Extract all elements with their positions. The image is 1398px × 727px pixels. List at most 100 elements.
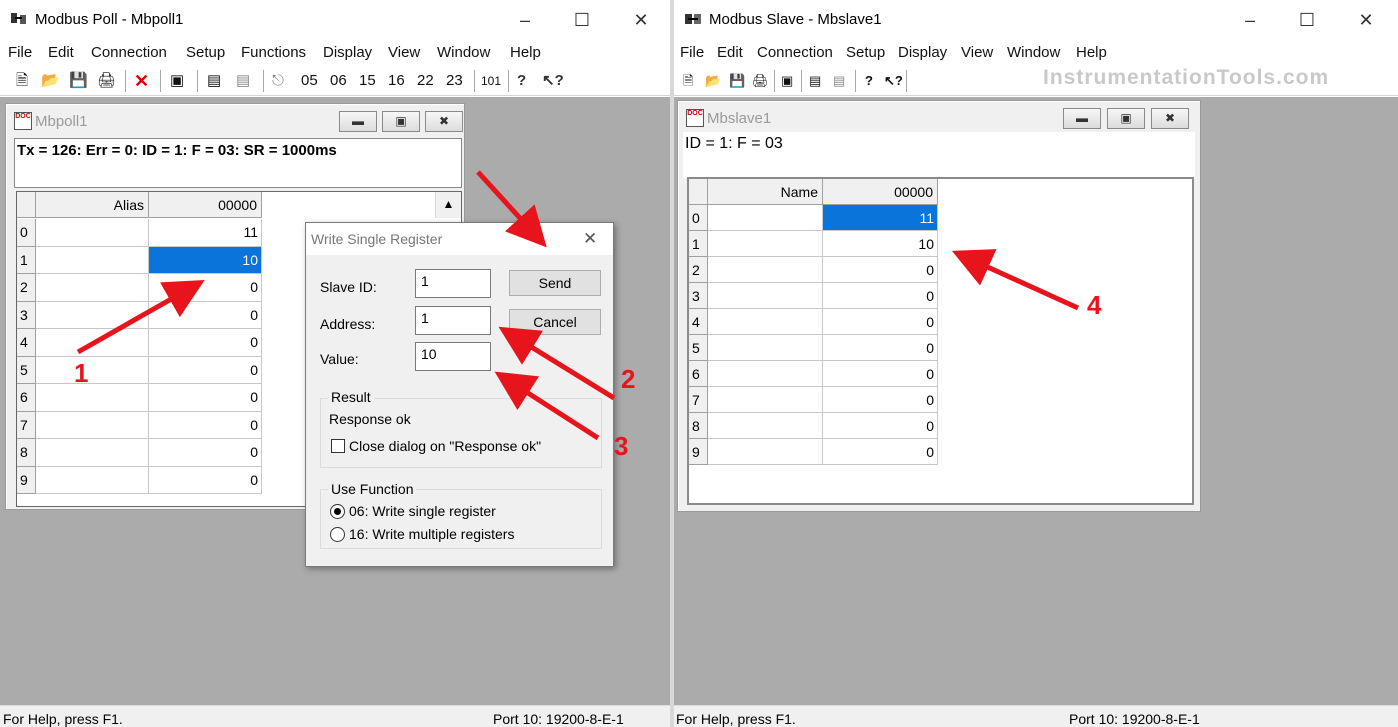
register-value-cell[interactable]: 0 (149, 439, 262, 467)
dialog-titlebar[interactable]: Write Single Register ✕ (306, 223, 613, 255)
child-restore-icon[interactable]: ▣ (382, 111, 420, 132)
fn-05-button[interactable]: 05 (301, 71, 318, 91)
slave-titlebar[interactable]: Modbus Slave - Mbslave1 – ☐ ✕ (674, 0, 1398, 40)
register-value-cell[interactable]: 0 (823, 439, 938, 465)
printer-grey-icon[interactable]: ▤ (833, 71, 845, 91)
row-index[interactable]: 2 (689, 257, 708, 283)
help-icon[interactable]: ? (517, 71, 526, 91)
pulse-icon[interactable]: ⎋ (272, 71, 284, 91)
name-cell[interactable] (708, 231, 823, 257)
slave-id-input[interactable]: 1 (415, 269, 491, 298)
close-icon[interactable]: ✕ (1354, 8, 1378, 32)
register-value-cell[interactable]: 0 (823, 361, 938, 387)
register-value-cell[interactable]: 0 (823, 335, 938, 361)
menu-window[interactable]: Window (1007, 44, 1060, 61)
read-write-icon[interactable]: ▤ (809, 71, 821, 91)
close-dialog-label[interactable]: Close dialog on "Response ok" (349, 438, 541, 454)
alias-cell[interactable] (36, 384, 149, 412)
menu-setup[interactable]: Setup (186, 44, 225, 61)
send-button[interactable]: Send (509, 270, 601, 296)
menu-help[interactable]: Help (510, 44, 541, 61)
register-value-cell[interactable]: 0 (149, 356, 262, 384)
name-cell[interactable] (708, 309, 823, 335)
row-index[interactable]: 1 (17, 246, 36, 274)
fn-15-button[interactable]: 15 (359, 71, 376, 91)
row-index[interactable]: 2 (17, 274, 36, 302)
menu-edit[interactable]: Edit (48, 44, 74, 61)
alias-column-header[interactable]: Alias (36, 192, 149, 218)
register-value-cell[interactable]: 0 (149, 466, 262, 494)
save-icon[interactable]: 💾 (69, 71, 88, 91)
row-index[interactable]: 4 (689, 309, 708, 335)
context-help-icon[interactable]: ↖? (884, 71, 903, 91)
fn-16-button[interactable]: 16 (388, 71, 405, 91)
row-index[interactable]: 7 (689, 387, 708, 413)
child-close-icon[interactable]: ✖ (425, 111, 463, 132)
minimize-icon[interactable]: – (513, 8, 537, 32)
name-cell[interactable] (708, 335, 823, 361)
register-value-cell[interactable]: 10 (823, 231, 938, 257)
menu-display[interactable]: Display (323, 44, 372, 61)
alias-cell[interactable] (36, 329, 149, 357)
row-index[interactable]: 7 (17, 411, 36, 439)
menu-edit[interactable]: Edit (717, 44, 743, 61)
radio-16-write-multiple[interactable] (330, 527, 345, 542)
row-index[interactable]: 6 (17, 384, 36, 412)
register-value-cell[interactable]: 0 (149, 411, 262, 439)
row-index[interactable]: 9 (17, 466, 36, 494)
fn-06-button[interactable]: 06 (330, 71, 347, 91)
menu-connection[interactable]: Connection (757, 44, 833, 61)
register-value-cell[interactable]: 0 (823, 387, 938, 413)
value-input[interactable]: 10 (415, 342, 491, 371)
menu-file[interactable]: File (8, 44, 32, 61)
alias-cell[interactable] (36, 439, 149, 467)
mbslave1-titlebar[interactable]: DOC Mbslave1 ▬ ▣ ✖ (681, 104, 1197, 132)
row-index[interactable]: 4 (17, 329, 36, 357)
name-cell[interactable] (708, 257, 823, 283)
register-value-cell[interactable]: 0 (149, 301, 262, 329)
register-value-cell[interactable]: 10 (149, 246, 262, 274)
register-value-cell[interactable]: 0 (149, 274, 262, 302)
address-column-header[interactable]: 00000 (823, 179, 938, 205)
register-value-cell[interactable]: 0 (149, 384, 262, 412)
printer-grey-icon[interactable]: ▤ (236, 71, 250, 91)
open-folder-icon[interactable]: 📂 (41, 71, 60, 91)
address-input[interactable]: 1 (415, 306, 491, 335)
row-index[interactable]: 0 (689, 205, 708, 231)
name-cell[interactable] (708, 283, 823, 309)
name-cell[interactable] (708, 439, 823, 465)
context-help-icon[interactable]: ↖? (542, 71, 564, 91)
new-file-icon[interactable]: 🗎 (16, 71, 28, 91)
register-value-cell[interactable]: 0 (823, 309, 938, 335)
window-icon[interactable]: ▣ (781, 71, 793, 91)
maximize-icon[interactable]: ☐ (1295, 8, 1319, 32)
poll-titlebar[interactable]: Modbus Poll - Mbpoll1 – ☐ ✕ (0, 0, 670, 40)
menu-view[interactable]: View (388, 44, 420, 61)
disconnect-icon[interactable]: ✕ (134, 71, 149, 91)
name-cell[interactable] (708, 361, 823, 387)
open-folder-icon[interactable]: 📂 (705, 71, 721, 91)
fn-23-button[interactable]: 23 (446, 71, 463, 91)
register-value-cell[interactable]: 0 (823, 283, 938, 309)
alias-cell[interactable] (36, 356, 149, 384)
register-value-cell[interactable]: 11 (823, 205, 938, 231)
name-cell[interactable] (708, 413, 823, 439)
menu-window[interactable]: Window (437, 44, 490, 61)
alias-cell[interactable] (36, 466, 149, 494)
alias-cell[interactable] (36, 274, 149, 302)
save-icon[interactable]: 💾 (729, 71, 745, 91)
row-index[interactable]: 5 (17, 356, 36, 384)
row-index[interactable]: 3 (689, 283, 708, 309)
vertical-scrollbar[interactable]: ▲ (435, 192, 461, 218)
row-index[interactable]: 8 (689, 413, 708, 439)
close-dialog-checkbox[interactable] (331, 439, 345, 453)
print-icon[interactable]: 🖨 (97, 71, 116, 91)
minimize-icon[interactable]: – (1238, 8, 1262, 32)
radio-06-label[interactable]: 06: Write single register (349, 503, 496, 519)
child-minimize-icon[interactable]: ▬ (1063, 108, 1101, 129)
name-column-header[interactable]: Name (708, 179, 823, 205)
register-value-cell[interactable]: 0 (823, 257, 938, 283)
maximize-icon[interactable]: ☐ (570, 8, 594, 32)
register-value-cell[interactable]: 11 (149, 219, 262, 247)
menu-view[interactable]: View (961, 44, 993, 61)
